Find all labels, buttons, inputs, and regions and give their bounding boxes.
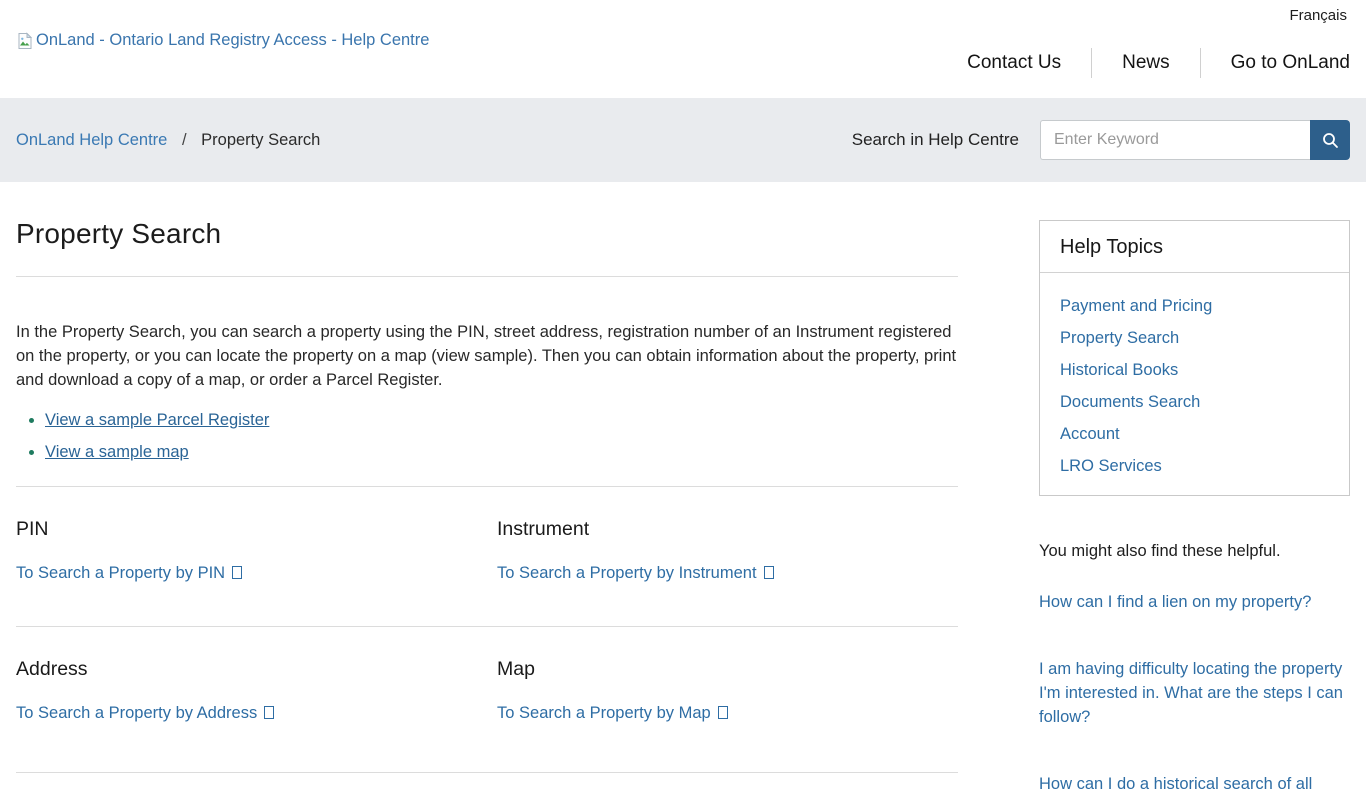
sidebar: Help Topics Payment and Pricing Property… bbox=[1039, 182, 1350, 796]
divider bbox=[16, 626, 958, 627]
divider bbox=[16, 486, 958, 487]
topic-historical-books[interactable]: Historical Books bbox=[1060, 361, 1329, 379]
search-by-address-link[interactable]: To Search a Property by Address bbox=[16, 704, 274, 723]
help-search-group: Search in Help Centre bbox=[852, 120, 1350, 160]
section-row-pin-instrument: PIN To Search a Property by PIN Instrume… bbox=[16, 518, 958, 583]
section-row-address-map: Address To Search a Property by Address … bbox=[16, 658, 958, 723]
main-column: Property Search In the Property Search, … bbox=[16, 182, 958, 773]
divider bbox=[16, 772, 958, 773]
header-nav: Contact Us News Go to OnLand bbox=[967, 48, 1350, 78]
nav-go-to-onland[interactable]: Go to OnLand bbox=[1200, 48, 1350, 78]
section-instrument: Instrument To Search a Property by Instr… bbox=[497, 518, 958, 583]
helpful-section: You might also find these helpful. How c… bbox=[1039, 542, 1350, 796]
section-address: Address To Search a Property by Address bbox=[16, 658, 497, 723]
search-button[interactable] bbox=[1310, 120, 1350, 160]
search-input[interactable] bbox=[1040, 120, 1310, 160]
topic-property-search[interactable]: Property Search bbox=[1060, 329, 1329, 347]
view-sample-map-link[interactable]: View a sample map bbox=[45, 443, 189, 461]
help-topics-box: Help Topics Payment and Pricing Property… bbox=[1039, 220, 1350, 496]
section-heading: Map bbox=[497, 658, 958, 681]
broken-image-icon bbox=[16, 32, 34, 50]
search-by-instrument-link[interactable]: To Search a Property by Instrument bbox=[497, 564, 774, 583]
search-icon bbox=[1321, 131, 1340, 150]
breadcrumb-separator: / bbox=[182, 131, 187, 149]
helpful-intro-text: You might also find these helpful. bbox=[1039, 542, 1350, 561]
help-topics-list: Payment and Pricing Property Search Hist… bbox=[1040, 273, 1349, 495]
search-label: Search in Help Centre bbox=[852, 130, 1019, 150]
view-sample-parcel-register-link[interactable]: View a sample Parcel Register bbox=[45, 411, 269, 429]
site-logo-link[interactable]: OnLand - Ontario Land Registry Access - … bbox=[16, 31, 429, 50]
helpful-link-historical-search[interactable]: How can I do a historical search of all bbox=[1039, 772, 1350, 796]
section-heading: Address bbox=[16, 658, 497, 681]
breadcrumb-bar: OnLand Help Centre / Property Search Sea… bbox=[0, 98, 1366, 182]
topic-documents-search[interactable]: Documents Search bbox=[1060, 393, 1329, 411]
section-heading: Instrument bbox=[497, 518, 958, 541]
page-title: Property Search bbox=[16, 218, 958, 250]
nav-news[interactable]: News bbox=[1091, 48, 1200, 78]
breadcrumb-home-link[interactable]: OnLand Help Centre bbox=[16, 131, 167, 149]
logo-alt-text: OnLand - Ontario Land Registry Access - … bbox=[36, 31, 429, 50]
help-topics-title: Help Topics bbox=[1040, 221, 1349, 273]
section-map: Map To Search a Property by Map bbox=[497, 658, 958, 723]
section-pin: PIN To Search a Property by PIN bbox=[16, 518, 497, 583]
missing-glyph-box-icon bbox=[764, 566, 774, 579]
search-by-pin-link[interactable]: To Search a Property by PIN bbox=[16, 564, 242, 583]
missing-glyph-box-icon bbox=[264, 706, 274, 719]
topic-account[interactable]: Account bbox=[1060, 425, 1329, 443]
sample-links-list: View a sample Parcel Register View a sam… bbox=[16, 411, 958, 462]
content-area: Property Search In the Property Search, … bbox=[0, 182, 1366, 796]
page-header: Français OnLand - Ontario Land Registry … bbox=[0, 0, 1366, 98]
topic-payment-and-pricing[interactable]: Payment and Pricing bbox=[1060, 297, 1329, 315]
helpful-link-lien[interactable]: How can I find a lien on my property? bbox=[1039, 590, 1350, 614]
list-item: View a sample Parcel Register bbox=[45, 411, 958, 430]
topic-lro-services[interactable]: LRO Services bbox=[1060, 457, 1329, 475]
language-toggle-link[interactable]: Français bbox=[1289, 7, 1347, 24]
missing-glyph-box-icon bbox=[718, 706, 728, 719]
divider bbox=[16, 276, 958, 277]
breadcrumb: OnLand Help Centre / Property Search bbox=[16, 131, 320, 150]
list-item: View a sample map bbox=[45, 443, 958, 462]
intro-paragraph: In the Property Search, you can search a… bbox=[16, 320, 958, 392]
search-by-map-link[interactable]: To Search a Property by Map bbox=[497, 704, 728, 723]
missing-glyph-box-icon bbox=[232, 566, 242, 579]
section-heading: PIN bbox=[16, 518, 497, 541]
nav-contact-us[interactable]: Contact Us bbox=[967, 48, 1091, 78]
helpful-link-locating-property[interactable]: I am having difficulty locating the prop… bbox=[1039, 657, 1350, 729]
breadcrumb-current-page: Property Search bbox=[201, 131, 320, 149]
